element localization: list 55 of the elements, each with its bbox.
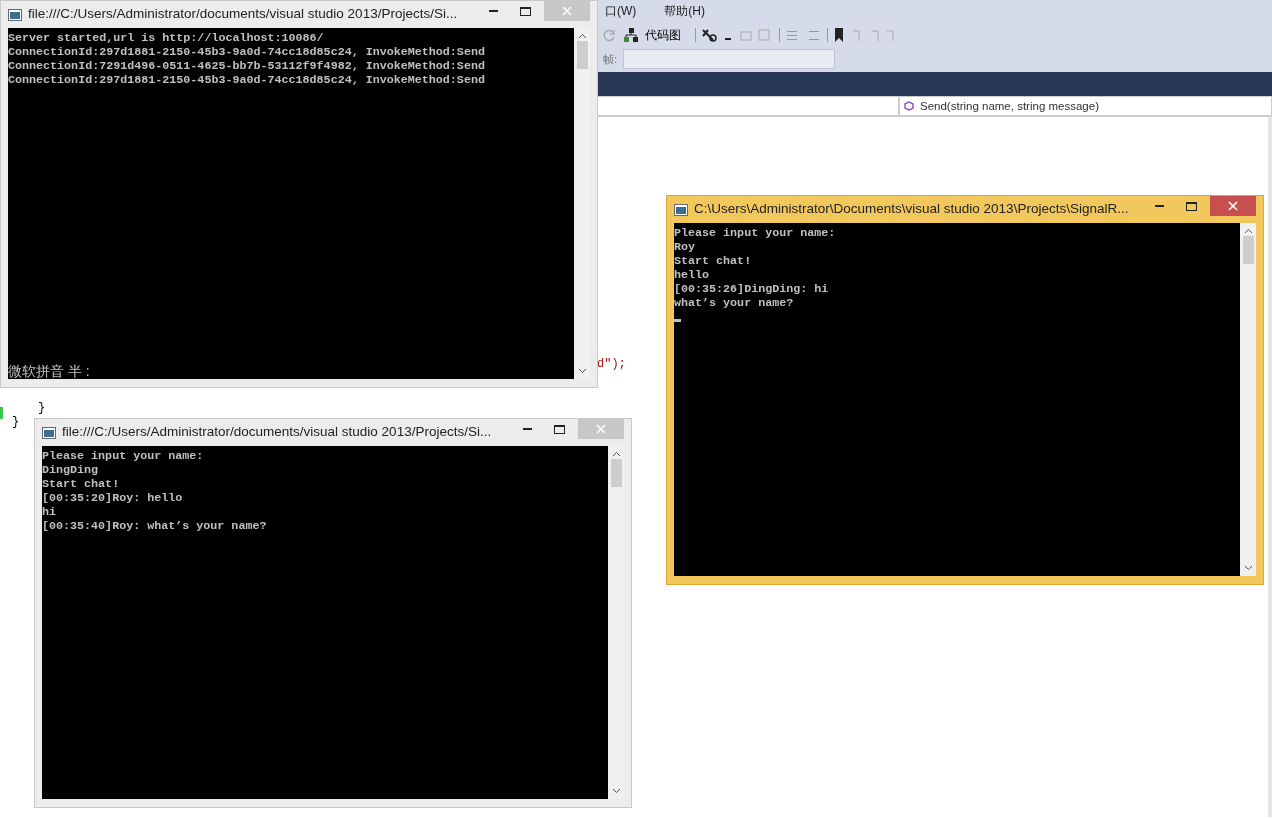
close-button[interactable]	[1210, 196, 1256, 216]
console-line: [00:35:20]Roy: hello	[42, 491, 184, 505]
console-app-icon	[674, 204, 688, 216]
close-icon	[562, 6, 572, 16]
maximize-icon	[553, 424, 565, 434]
code-text: }	[12, 415, 20, 429]
scroll-down-icon[interactable]	[577, 368, 587, 374]
scroll-up-icon[interactable]	[611, 451, 621, 457]
console-line: hi	[42, 505, 58, 519]
console-line: [00:35:40]Roy: what’s your name?	[42, 519, 268, 533]
console-line: [00:35:26]DingDing: hi	[674, 282, 830, 296]
maximize-icon	[1185, 201, 1197, 211]
scrollbar[interactable]	[574, 28, 590, 379]
console-line: DingDing	[42, 463, 100, 477]
stack-frame-label: 帧:	[603, 51, 618, 67]
ime-status: 微软拼音 半 :	[8, 363, 90, 379]
minimize-icon	[522, 428, 532, 430]
console-line: ConnectionId:7291d496-0511-4625-bb7b-53112f9f4982, InvokeMethod:Send	[8, 59, 486, 73]
console-line: Start chat!	[42, 477, 121, 491]
member-dropdown[interactable]: Send(string name, string message)	[899, 96, 1272, 116]
code-text: }	[38, 401, 46, 415]
scrollbar[interactable]	[608, 446, 624, 799]
code-map-button[interactable]: 代码图	[645, 26, 681, 44]
console-line: hello	[674, 268, 711, 282]
code-text: d");	[597, 357, 626, 371]
console-line: Server started,url is http://localhost:10086/	[8, 31, 325, 45]
scroll-down-icon[interactable]	[611, 788, 621, 794]
window-title: C:\Users\Administrator\Documents\visual studio 2013\Projects\SignalR...	[694, 200, 1130, 216]
scroll-down-icon[interactable]	[1243, 565, 1253, 571]
close-icon	[596, 424, 606, 434]
console-app-icon	[8, 9, 22, 21]
console-line: Please input your name:	[674, 226, 837, 240]
scrollbar-thumb[interactable]	[610, 459, 622, 487]
menu-item[interactable]: 帮助(H)	[662, 2, 707, 20]
console-line: Start chat!	[674, 254, 753, 268]
console-line: ConnectionId:297d1881-2150-45b3-9a0d-74cc18d85c24, InvokeMethod:Send	[8, 73, 486, 87]
minimize-icon	[488, 10, 498, 12]
minimize-icon	[1154, 205, 1164, 207]
scroll-up-icon[interactable]	[577, 33, 587, 39]
console-app-icon	[42, 427, 56, 439]
console-line: ConnectionId:297d1881-2150-45b3-9a0d-74cc18d85c24, InvokeMethod:Send	[8, 45, 486, 59]
diagram-icon[interactable]	[623, 27, 639, 43]
method-icon	[904, 101, 914, 111]
console-line: Roy	[674, 240, 697, 254]
maximize-icon	[519, 6, 531, 16]
scrollbar-thumb[interactable]	[576, 41, 588, 69]
console-line: what’s your name?	[674, 296, 795, 310]
scroll-up-icon[interactable]	[1243, 228, 1253, 234]
menu-item[interactable]: 口(W)	[603, 2, 639, 20]
close-icon	[1228, 201, 1238, 211]
window-title: file:///C:/Users/Administrator/documents/visual studio 2013/Projects/Si...	[28, 5, 459, 21]
window-title: file:///C:/Users/Administrator/documents/visual studio 2013/Projects/Si...	[62, 423, 493, 439]
scrollbar[interactable]	[1240, 223, 1256, 576]
scrollbar-thumb[interactable]	[1242, 236, 1254, 264]
console-line: Please input your name:	[42, 449, 205, 463]
